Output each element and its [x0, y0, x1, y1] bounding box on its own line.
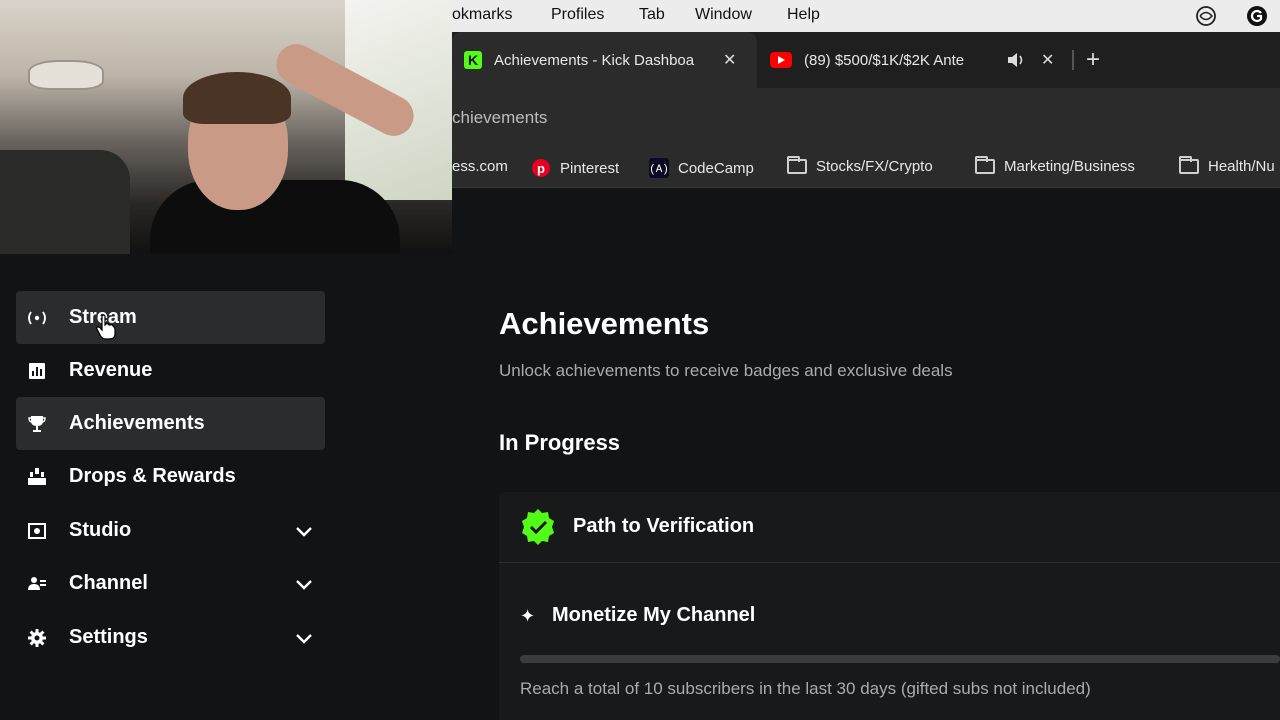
tab-title: Achievements - Kick Dashboa — [494, 51, 695, 69]
progress-bar — [520, 655, 1280, 663]
achievement-card: Path to Verification ✦ Monetize My Chann… — [499, 492, 1280, 720]
achievement-subtitle: Monetize My Channel — [552, 604, 756, 626]
webcam-overlay — [0, 0, 452, 254]
trophy-icon — [26, 413, 48, 435]
sidebar-item-label: Achievements — [69, 412, 205, 434]
sidebar-item-stream[interactable]: Stream — [16, 291, 325, 344]
sidebar-item-achievements[interactable]: Achievements — [16, 397, 325, 450]
chevron-down-icon[interactable] — [293, 627, 315, 649]
status-app-icon[interactable] — [1195, 5, 1217, 27]
tab-separator — [1072, 50, 1074, 70]
achievement-title[interactable]: Path to Verification — [573, 515, 754, 538]
bar-chart-icon — [26, 360, 48, 382]
gear-icon — [26, 627, 48, 649]
folder-icon — [1179, 156, 1199, 174]
chevron-down-icon[interactable] — [293, 573, 315, 595]
pinterest-icon: p — [531, 158, 551, 178]
svg-text:p: p — [537, 161, 545, 176]
user-group-icon — [26, 573, 48, 595]
bookmark-folder-marketing[interactable]: Marketing/Business — [975, 156, 1135, 175]
address-text[interactable]: chievements — [452, 108, 547, 128]
page-title: Achievements — [499, 306, 710, 341]
sidebar-item-settings[interactable]: Settings — [16, 611, 325, 664]
youtube-icon — [770, 52, 792, 68]
kick-favicon-icon: K — [464, 51, 482, 69]
chevron-down-icon[interactable] — [293, 520, 315, 542]
sidebar-item-label: Revenue — [69, 359, 153, 381]
folder-icon — [787, 156, 807, 174]
sidebar-item-label: Drops & Rewards — [69, 465, 236, 487]
broadcast-icon — [26, 307, 48, 329]
bookmark-label: Pinterest — [560, 159, 620, 177]
tab-youtube[interactable]: (89) $500/$1K/$2K Ante ✕ — [770, 32, 1070, 88]
menu-profiles[interactable]: Profiles — [551, 6, 604, 24]
menu-tab[interactable]: Tab — [639, 6, 665, 24]
close-tab-icon[interactable]: ✕ — [1041, 50, 1054, 70]
camera-icon — [26, 520, 48, 542]
divider — [499, 562, 1280, 563]
menu-window[interactable]: Window — [695, 6, 752, 24]
drops-icon — [26, 466, 48, 488]
sidebar-item-label: Studio — [69, 519, 132, 541]
sparkle-icon: ✦ — [520, 606, 536, 626]
page-subtitle: Unlock achievements to receive badges an… — [499, 361, 953, 380]
hand-cursor-icon — [96, 314, 116, 340]
bookmark-label: CodeCamp — [678, 159, 754, 177]
tab-kick-dashboard[interactable]: K Achievements - Kick Dashboa ✕ — [452, 32, 757, 88]
sidebar-item-label: Settings — [69, 626, 148, 648]
new-tab-icon[interactable]: + — [1086, 46, 1100, 74]
sidebar-item-drops-rewards[interactable]: Drops & Rewards — [16, 450, 325, 503]
bookmark-codecamp[interactable]: (A) CodeCamp — [649, 158, 754, 178]
section-title: In Progress — [499, 430, 621, 455]
sidebar-item-label: Channel — [69, 572, 148, 594]
speaker-icon[interactable] — [1006, 51, 1026, 69]
grammarly-icon[interactable] — [1246, 5, 1268, 27]
sidebar-item-revenue[interactable]: Revenue — [16, 344, 325, 397]
sidebar-item-channel[interactable]: Channel — [16, 557, 325, 610]
bookmark-folder-health[interactable]: Health/Nu — [1179, 156, 1275, 175]
verified-badge-icon — [522, 509, 554, 545]
bookmark-pinterest[interactable]: p Pinterest — [531, 158, 619, 178]
svg-text:(A): (A) — [649, 164, 669, 176]
requirement-text: Reach a total of 10 subscribers in the l… — [520, 679, 1091, 698]
bookmark-label: Health/Nu — [1208, 158, 1275, 175]
bookmark-folder-stocks[interactable]: Stocks/FX/Crypto — [787, 156, 933, 175]
menu-help[interactable]: Help — [787, 6, 820, 24]
close-tab-icon[interactable]: ✕ — [723, 50, 736, 70]
sidebar-item-studio[interactable]: Studio — [16, 504, 325, 557]
tab-title: (89) $500/$1K/$2K Ante — [804, 51, 965, 69]
menu-bookmarks[interactable]: okmarks — [452, 6, 512, 24]
bookmark-label: Stocks/FX/Crypto — [816, 158, 933, 175]
bookmark-item[interactable]: ess.com — [452, 158, 508, 175]
folder-icon — [975, 156, 995, 174]
bookmark-label: Marketing/Business — [1004, 158, 1135, 175]
bookmark-label: ess.com — [452, 158, 508, 175]
freecodecamp-icon: (A) — [649, 158, 669, 178]
